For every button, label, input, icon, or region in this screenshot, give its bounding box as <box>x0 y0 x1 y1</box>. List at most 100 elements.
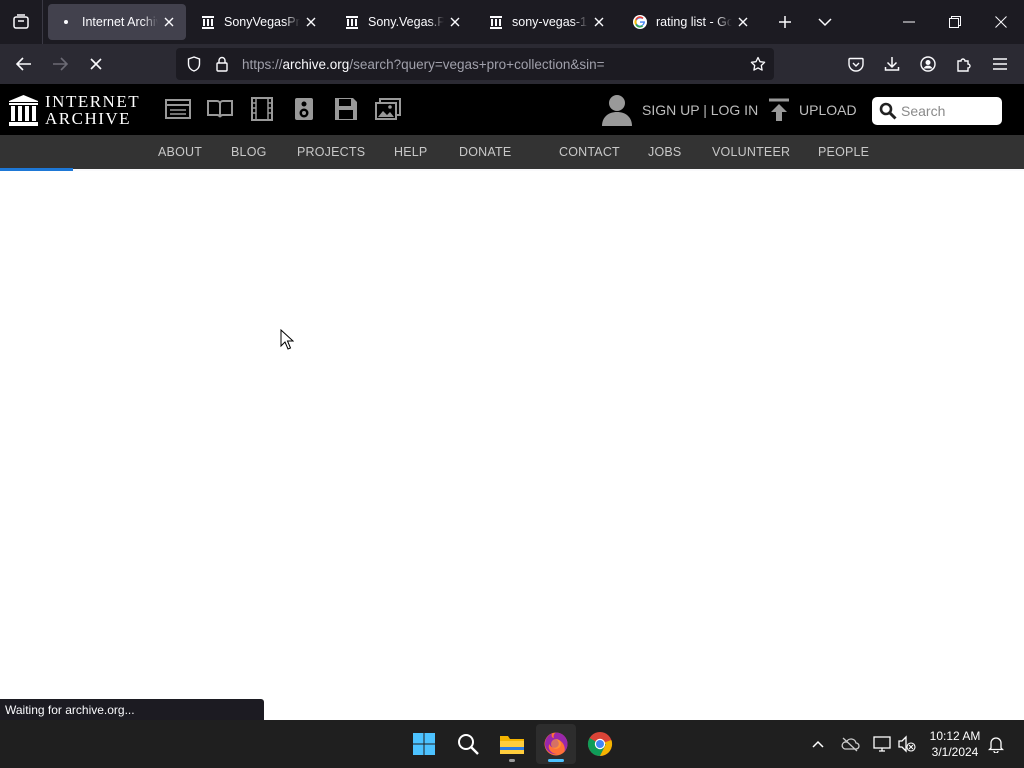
nav-blog[interactable]: BLOG <box>231 145 267 159</box>
tab-rating-list-google[interactable]: rating list - Goog <box>622 4 760 40</box>
file-explorer-icon[interactable] <box>492 724 532 764</box>
page-content-area <box>0 171 1024 720</box>
navigation-toolbar: https://archive.org/search?query=vegas+p… <box>0 44 1024 84</box>
url-prefix: https:// <box>242 56 283 72</box>
firefox-icon[interactable] <box>536 724 576 764</box>
plus-icon <box>779 16 791 28</box>
tab-title: Internet Archive <box>82 15 158 29</box>
google-icon <box>632 14 648 30</box>
tab-title: sony-vegas-12-s <box>512 15 588 29</box>
arrow-left-icon <box>16 57 31 71</box>
close-tab-icon[interactable] <box>736 14 750 30</box>
tab-overview-button[interactable] <box>0 0 42 44</box>
lock-icon[interactable] <box>208 48 236 80</box>
chevron-down-icon <box>818 18 832 27</box>
tab-overview-icon <box>13 14 29 29</box>
pocket-icon <box>848 57 864 72</box>
forward-button[interactable] <box>44 48 76 80</box>
audio-icon[interactable] <box>289 96 319 122</box>
minimize-button[interactable] <box>886 0 932 44</box>
tab-sony-vegas-pro[interactable]: Sony.Vegas.Pro. <box>334 4 472 40</box>
extensions-button[interactable] <box>948 48 980 80</box>
running-indicator <box>509 759 515 762</box>
archive-icon <box>488 14 504 30</box>
web-icon[interactable] <box>163 96 193 122</box>
windows-start-icon[interactable] <box>404 724 444 764</box>
hamburger-menu-icon <box>993 58 1007 70</box>
ia-search-input[interactable] <box>901 103 997 119</box>
close-tab-icon[interactable] <box>162 14 176 30</box>
tab-sonyvegaspro12[interactable]: SonyVegasPro12 <box>190 4 328 40</box>
downloads-button[interactable] <box>876 48 908 80</box>
onedrive-offline-icon[interactable] <box>838 732 862 756</box>
active-indicator <box>548 759 564 762</box>
nav-jobs[interactable]: JOBS <box>648 145 681 159</box>
clock-date: 3/1/2024 <box>931 745 979 759</box>
stop-button[interactable] <box>80 48 112 80</box>
chrome-icon[interactable] <box>580 724 620 764</box>
nav-contact[interactable]: CONTACT <box>559 145 620 159</box>
minimize-icon <box>903 21 915 23</box>
url-bar[interactable]: https://archive.org/search?query=vegas+p… <box>176 48 774 80</box>
video-icon[interactable] <box>247 96 277 122</box>
clock-time: 10:12 AM <box>929 729 981 743</box>
back-button[interactable] <box>8 48 40 80</box>
system-clock[interactable]: 10:12 AM 3/1/2024 <box>922 728 988 760</box>
logo-line-1: INTERNET <box>45 92 141 111</box>
arrow-right-icon <box>53 57 68 71</box>
tab-sony-vegas-12[interactable]: sony-vegas-12-s <box>478 4 616 40</box>
images-icon[interactable] <box>373 96 403 122</box>
nav-help[interactable]: HELP <box>394 145 427 159</box>
ia-logo[interactable]: INTERNET ARCHIVE <box>9 93 140 127</box>
url-domain: archive.org <box>282 56 350 72</box>
nav-volunteer[interactable]: VOLUNTEER <box>712 145 790 159</box>
tab-title: rating list - Goog <box>656 15 732 29</box>
nav-projects[interactable]: PROJECTS <box>297 145 365 159</box>
bookmark-star-icon[interactable] <box>744 48 772 80</box>
nav-about[interactable]: ABOUT <box>158 145 202 159</box>
url-text[interactable]: https://archive.org/search?query=vegas+p… <box>242 57 605 72</box>
nav-donate[interactable]: DONATE <box>459 145 511 159</box>
browser-status-text: Waiting for archive.org... <box>0 699 264 720</box>
archive-icon <box>344 14 360 30</box>
restore-button[interactable] <box>932 0 978 44</box>
chevron-up-icon[interactable] <box>806 732 830 756</box>
signup-login-link[interactable]: SIGN UP | LOG IN <box>642 102 758 118</box>
user-icon[interactable] <box>600 92 634 128</box>
logo-line-2: ARCHIVE <box>45 109 132 128</box>
ia-search-box[interactable] <box>872 97 1002 125</box>
account-button[interactable] <box>912 48 944 80</box>
upload-icon[interactable] <box>768 98 790 122</box>
pocket-button[interactable] <box>840 48 872 80</box>
close-tab-icon[interactable] <box>592 14 606 30</box>
app-menu-button[interactable] <box>984 48 1016 80</box>
tab-separator <box>42 0 43 44</box>
close-window-button[interactable] <box>978 0 1024 44</box>
search-icon <box>879 102 897 120</box>
tab-title: Sony.Vegas.Pro. <box>368 15 444 29</box>
search-icon[interactable] <box>448 724 488 764</box>
texts-icon[interactable] <box>205 96 235 122</box>
mouse-cursor <box>280 329 294 350</box>
volume-muted-icon[interactable] <box>895 732 919 756</box>
shield-icon[interactable] <box>180 48 208 80</box>
archive-logo-icon <box>9 95 38 126</box>
network-icon[interactable] <box>870 732 894 756</box>
ia-wordmark: INTERNET ARCHIVE <box>45 93 140 127</box>
account-icon <box>920 56 936 72</box>
upload-link[interactable]: UPLOAD <box>799 102 857 118</box>
url-path: /search?query=vegas+pro+collection&sin= <box>349 56 605 72</box>
nav-people[interactable]: PEOPLE <box>818 145 869 159</box>
windows-taskbar: 10:12 AM 3/1/2024 <box>0 720 1024 768</box>
loading-dot-icon <box>58 14 74 30</box>
list-all-tabs-button[interactable] <box>806 0 844 44</box>
tab-title: SonyVegasPro12 <box>224 15 300 29</box>
close-icon <box>995 16 1007 28</box>
close-tab-icon[interactable] <box>448 14 462 30</box>
tab-internet-archive[interactable]: Internet Archive <box>48 4 186 40</box>
software-icon[interactable] <box>331 96 361 122</box>
notification-bell-icon[interactable] <box>984 732 1008 756</box>
close-tab-icon[interactable] <box>304 14 318 30</box>
restore-icon <box>949 16 961 28</box>
new-tab-button[interactable] <box>766 0 804 44</box>
